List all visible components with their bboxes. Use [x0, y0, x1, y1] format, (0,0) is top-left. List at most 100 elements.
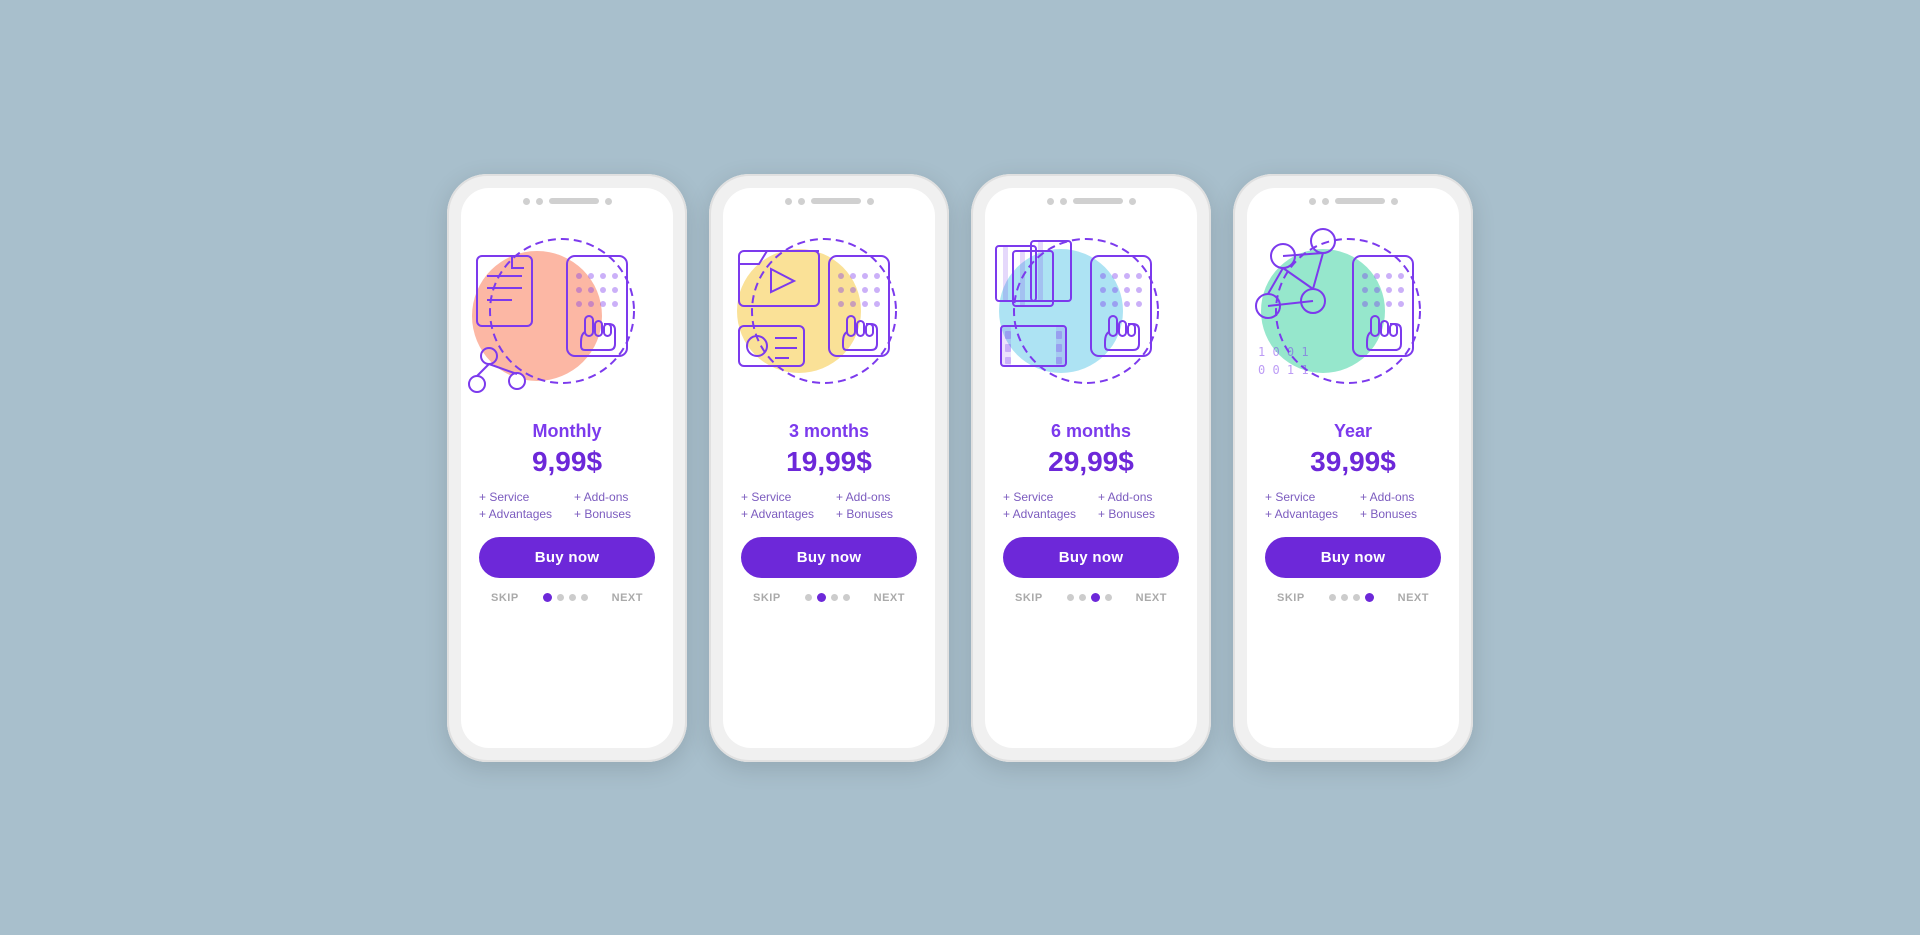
plan-name: 3 months [789, 421, 869, 442]
nav-dot-2 [831, 594, 838, 601]
skip-label[interactable]: SKIP [491, 592, 519, 604]
phones-container: Monthly 9,99$ + Service + Add-ons + Adva… [447, 174, 1473, 762]
feature-bonuses: + Bonuses [1098, 507, 1179, 521]
nav-dot-1 [557, 594, 564, 601]
feature-service: + Service [479, 490, 560, 504]
phone-dot-1 [1047, 198, 1054, 205]
phone-3months: 3 months 19,99$ + Service + Add-ons + Ad… [709, 174, 949, 762]
plan-features: + Service + Add-ons + Advantages + Bonus… [741, 490, 917, 521]
nav-dot-2 [569, 594, 576, 601]
illustration-area: 1 0 0 1 0 0 1 1 [1253, 221, 1453, 411]
phone-top-bar [461, 188, 673, 211]
nav-dot-3 [1105, 594, 1112, 601]
plan-price: 39,99$ [1310, 446, 1396, 478]
plan-price: 9,99$ [532, 446, 602, 478]
nav-dot-2 [1091, 593, 1100, 602]
plan-features: + Service + Add-ons + Advantages + Bonus… [1265, 490, 1441, 521]
phone-content: 1 0 0 1 0 0 1 1 [1247, 211, 1459, 748]
nav-dots [1329, 593, 1374, 602]
feature-addons: + Add-ons [1360, 490, 1441, 504]
plan-price: 19,99$ [786, 446, 872, 478]
phone-content: Monthly 9,99$ + Service + Add-ons + Adva… [461, 211, 673, 748]
plan-name: Monthly [533, 421, 602, 442]
phone-6months: 6 months 29,99$ + Service + Add-ons + Ad… [971, 174, 1211, 762]
nav-dot-3 [1365, 593, 1374, 602]
phone-content: 3 months 19,99$ + Service + Add-ons + Ad… [723, 211, 935, 748]
svg-text:1 0 0 1: 1 0 0 1 [1258, 345, 1309, 359]
buy-button[interactable]: Buy now [1003, 537, 1179, 578]
phone-inner: 6 months 29,99$ + Service + Add-ons + Ad… [985, 188, 1197, 748]
phone-dot-1 [1309, 198, 1316, 205]
nav-dots [805, 593, 850, 602]
phone-monthly: Monthly 9,99$ + Service + Add-ons + Adva… [447, 174, 687, 762]
buy-button[interactable]: Buy now [479, 537, 655, 578]
nav-dot-1 [1079, 594, 1086, 601]
plan-name: Year [1334, 421, 1372, 442]
phone-bottom-bar: SKIP NEXT [1265, 592, 1441, 616]
nav-dot-0 [1329, 594, 1336, 601]
phone-inner: 3 months 19,99$ + Service + Add-ons + Ad… [723, 188, 935, 748]
phone-bottom-bar: SKIP NEXT [741, 592, 917, 616]
plan-features: + Service + Add-ons + Advantages + Bonus… [479, 490, 655, 521]
feature-advantages: + Advantages [741, 507, 822, 521]
plan-name: 6 months [1051, 421, 1131, 442]
feature-bonuses: + Bonuses [1360, 507, 1441, 521]
feature-addons: + Add-ons [574, 490, 655, 504]
illustration-area [729, 221, 929, 411]
phone-speaker [549, 198, 599, 204]
phone-dot-3 [605, 198, 612, 205]
phone-speaker [1073, 198, 1123, 204]
illustration-area [991, 221, 1191, 411]
buy-button[interactable]: Buy now [741, 537, 917, 578]
feature-advantages: + Advantages [479, 507, 560, 521]
feature-bonuses: + Bonuses [574, 507, 655, 521]
feature-service: + Service [1003, 490, 1084, 504]
nav-dot-1 [1341, 594, 1348, 601]
phone-dot-1 [523, 198, 530, 205]
nav-dot-0 [543, 593, 552, 602]
feature-advantages: + Advantages [1265, 507, 1346, 521]
nav-dot-0 [1067, 594, 1074, 601]
plan-features: + Service + Add-ons + Advantages + Bonus… [1003, 490, 1179, 521]
phone-dot-3 [867, 198, 874, 205]
skip-label[interactable]: SKIP [1015, 592, 1043, 604]
phone-speaker [1335, 198, 1385, 204]
phone-inner: Monthly 9,99$ + Service + Add-ons + Adva… [461, 188, 673, 748]
phone-bottom-bar: SKIP NEXT [479, 592, 655, 616]
nav-dots [543, 593, 588, 602]
next-label[interactable]: NEXT [1398, 592, 1429, 604]
phone-dot-3 [1129, 198, 1136, 205]
phone-dot-2 [536, 198, 543, 205]
next-label[interactable]: NEXT [612, 592, 643, 604]
phone-year: 1 0 0 1 0 0 1 1 [1233, 174, 1473, 762]
phone-bottom-bar: SKIP NEXT [1003, 592, 1179, 616]
phone-top-bar [723, 188, 935, 211]
phone-top-bar [1247, 188, 1459, 211]
next-label[interactable]: NEXT [874, 592, 905, 604]
plan-price: 29,99$ [1048, 446, 1134, 478]
nav-dot-1 [817, 593, 826, 602]
phone-content: 6 months 29,99$ + Service + Add-ons + Ad… [985, 211, 1197, 748]
buy-button[interactable]: Buy now [1265, 537, 1441, 578]
phone-dot-2 [1322, 198, 1329, 205]
phone-dot-3 [1391, 198, 1398, 205]
nav-dots [1067, 593, 1112, 602]
phone-inner: 1 0 0 1 0 0 1 1 [1247, 188, 1459, 748]
nav-dot-3 [843, 594, 850, 601]
phone-dot-2 [1060, 198, 1067, 205]
nav-dot-2 [1353, 594, 1360, 601]
nav-dot-3 [581, 594, 588, 601]
nav-dot-0 [805, 594, 812, 601]
phone-dot-1 [785, 198, 792, 205]
illustration-area [467, 221, 667, 411]
skip-label[interactable]: SKIP [753, 592, 781, 604]
feature-bonuses: + Bonuses [836, 507, 917, 521]
skip-label[interactable]: SKIP [1277, 592, 1305, 604]
feature-addons: + Add-ons [836, 490, 917, 504]
feature-service: + Service [741, 490, 822, 504]
next-label[interactable]: NEXT [1136, 592, 1167, 604]
phone-speaker [811, 198, 861, 204]
phone-top-bar [985, 188, 1197, 211]
feature-advantages: + Advantages [1003, 507, 1084, 521]
svg-text:0 0 1 1: 0 0 1 1 [1258, 363, 1309, 377]
